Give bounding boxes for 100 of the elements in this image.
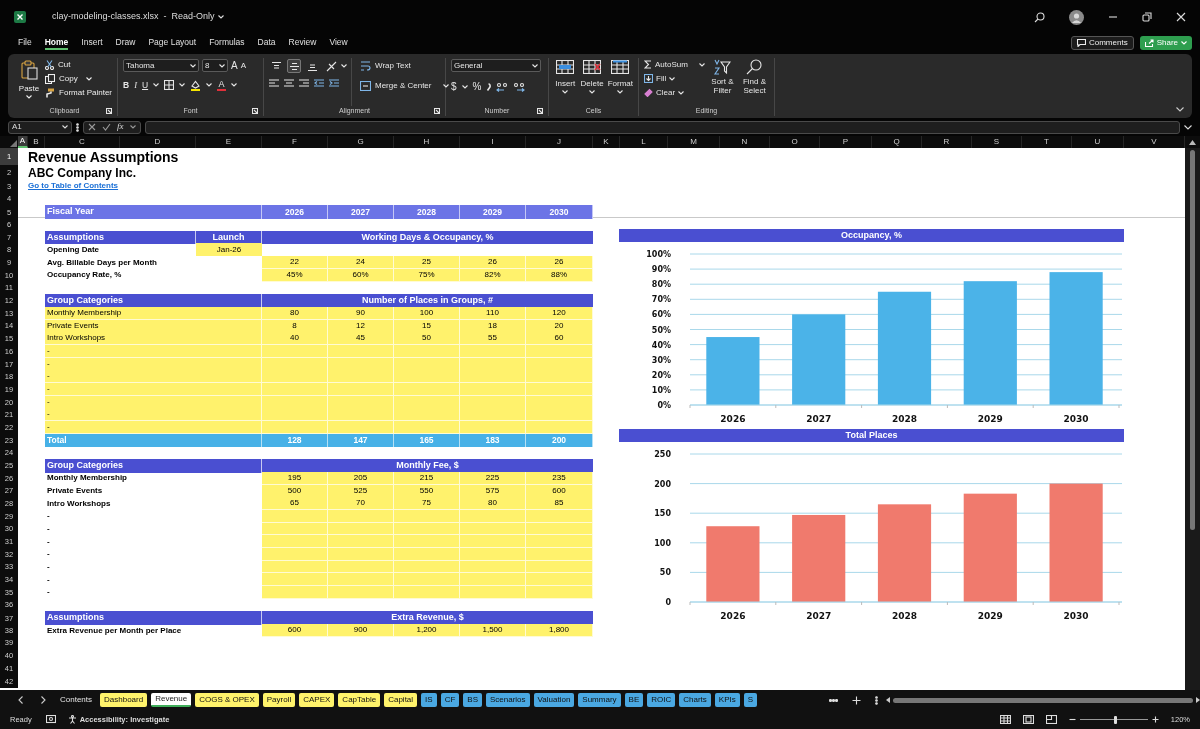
caret-icon (85, 77, 92, 81)
axis-tick-label: 200 (654, 479, 671, 489)
table-cell: 45 (328, 332, 394, 346)
ribbon-tab[interactable]: Data (257, 36, 276, 50)
sort-filter-icon (713, 59, 732, 75)
zoom-slider-thumb[interactable] (1113, 715, 1117, 724)
table-header-cell: 2026 (262, 205, 328, 219)
ribbon-button[interactable]: Delete (580, 58, 604, 106)
fill-down-icon (644, 74, 653, 83)
read-only-menu[interactable]: Read-Only (171, 10, 224, 24)
cut-button[interactable]: Cut (45, 60, 112, 70)
italic-button[interactable]: I (134, 79, 137, 92)
copy-icon (45, 74, 56, 84)
caret-icon (562, 90, 569, 94)
ribbon-button[interactable]: Insert (554, 58, 577, 106)
table-header-cell: 2028 (394, 205, 460, 219)
font-color-button[interactable]: A (217, 79, 227, 91)
add-sheet-icon (851, 695, 861, 705)
comments-button[interactable]: Comments (1070, 36, 1134, 50)
table-cell: 1,200 (394, 624, 460, 638)
sheet-tab[interactable]: CapTable (338, 693, 381, 707)
sheet-tab[interactable]: Summary (578, 693, 621, 707)
ribbon-button[interactable]: Format (607, 58, 633, 106)
row-label: Opening Date (46, 243, 100, 256)
sheet-tab[interactable]: CAPEX (299, 693, 335, 707)
page-layout-view-icon (1022, 715, 1034, 724)
section-header: Number of Places in Groups, # (262, 294, 593, 308)
percent-button[interactable]: % (472, 79, 482, 94)
ribbon-tab[interactable]: Formulas (209, 36, 245, 50)
fill-button[interactable]: Fill (644, 73, 705, 84)
sort-filter-button[interactable]: Sort & Filter (708, 58, 736, 106)
scroll-left-icon (18, 696, 23, 704)
name-box[interactable]: A1 (8, 120, 72, 134)
axis-category-label: 2029 (977, 414, 1003, 424)
sheet-tab[interactable]: CF (440, 693, 460, 707)
insert-function-button[interactable]: fx (117, 120, 124, 134)
wrap-text-icon (360, 61, 371, 71)
ribbon-tab[interactable]: Insert (81, 36, 103, 50)
increase-decimal-icon (496, 81, 509, 92)
formula-input[interactable] (144, 120, 1180, 134)
sheet-tab[interactable]: Revenue (151, 693, 192, 707)
chart-title: Occupancy, % (619, 229, 1124, 242)
zoom-out-icon (1068, 716, 1076, 723)
format-painter-button[interactable]: Format Painter (45, 88, 112, 98)
sheet-tab[interactable]: IS (421, 693, 437, 707)
table-of-contents-link[interactable]: Go to Table of Contents (28, 182, 119, 191)
merge-center-button[interactable]: Merge & Center (360, 80, 450, 92)
copy-button[interactable]: Copy (45, 74, 112, 84)
sheet-tab[interactable]: S (743, 693, 758, 707)
ribbon-tab[interactable]: Review (288, 36, 317, 50)
find-select-button[interactable]: Find & Select (740, 58, 769, 106)
scroll-left-icon (885, 697, 890, 703)
caret-icon (231, 83, 238, 88)
restore-icon (1142, 12, 1152, 22)
ribbon-tab[interactable]: Page Layout (148, 36, 197, 50)
horizontal-scrollbar[interactable] (885, 696, 1200, 704)
table-header-cell: 2030 (526, 205, 593, 219)
ribbon-tab[interactable]: View (329, 36, 348, 50)
paste-button[interactable]: Paste (17, 58, 42, 106)
table-cell: 55 (460, 332, 526, 346)
axis-category-label: 2026 (720, 414, 746, 424)
decrease-font-size-button[interactable]: A (240, 61, 246, 70)
section-header: Group Categories (45, 459, 262, 473)
sheet-tab[interactable]: COGS & OPEX (195, 693, 259, 707)
section-header: Extra Revenue, $ (262, 611, 593, 625)
sheet-tab[interactable]: BS (463, 693, 482, 707)
axis-tick-label: 150 (654, 509, 671, 519)
currency-button[interactable]: $ (451, 79, 457, 94)
bold-button[interactable]: B (123, 79, 130, 92)
vertical-scrollbar[interactable] (1185, 148, 1200, 690)
underline-button[interactable]: U (142, 79, 149, 92)
ribbon-tab[interactable]: Home (44, 36, 69, 50)
autosum-button[interactable]: AutoSum (644, 59, 705, 70)
sheet-tab[interactable]: ROIC (647, 693, 676, 707)
scroll-right-icon (41, 696, 46, 704)
sheet-tab[interactable]: Capital (384, 693, 418, 707)
caret-icon (532, 63, 538, 68)
caret-icon (217, 15, 224, 19)
sheet-tab[interactable]: BE (624, 693, 644, 707)
clear-button[interactable]: Clear (644, 87, 705, 98)
sheet-tab[interactable]: Contents (56, 693, 97, 707)
sheet-tab[interactable]: Charts (679, 693, 711, 707)
sheet-tab[interactable]: Dashboard (100, 693, 148, 707)
ribbon-tab[interactable]: File (18, 36, 32, 50)
ribbon-tab[interactable]: Draw (115, 36, 136, 50)
increase-font-size-button[interactable]: A (231, 60, 238, 71)
table-cell: 60 (526, 332, 593, 346)
sheet-tab[interactable]: Valuation (533, 693, 575, 707)
number-format-dropdown[interactable]: General (451, 59, 541, 72)
sheet-tab[interactable]: Payroll (262, 693, 296, 707)
font-name-dropdown[interactable]: Tahoma (123, 59, 199, 72)
row-label: Extra Revenue per Month per Place (46, 624, 183, 637)
sheet-tab[interactable]: Scenarios (486, 693, 530, 707)
middle-align-button[interactable] (287, 59, 301, 73)
zoom-slider[interactable] (1079, 715, 1148, 724)
sheet-tab[interactable]: KPIs (714, 693, 740, 707)
paintbrush-icon (45, 88, 56, 98)
table-cell: 25 (394, 256, 460, 270)
wrap-text-button[interactable]: Wrap Text (360, 60, 450, 72)
font-size-dropdown[interactable]: 8 (202, 59, 228, 72)
